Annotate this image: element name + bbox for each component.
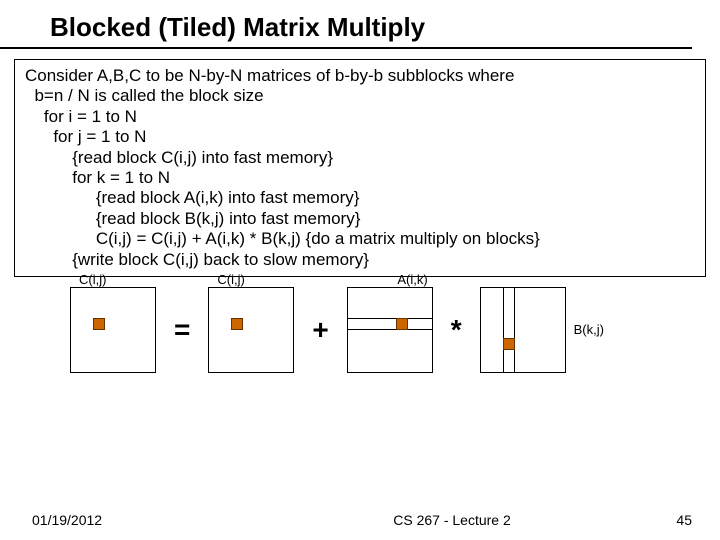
matrix-diagram: C(i,j) = C(i,j) + A(i,k) * B(k,j)	[70, 287, 720, 373]
matrix-c-right: C(i,j)	[208, 287, 294, 373]
code-line: C(i,j) = C(i,j) + A(i,k) * B(k,j) {do a …	[25, 229, 699, 249]
slide-footer: 01/19/2012 CS 267 - Lecture 2 45	[0, 512, 720, 528]
footer-center: CS 267 - Lecture 2	[292, 512, 612, 528]
code-line: for k = 1 to N	[25, 168, 699, 188]
algorithm-listing: Consider A,B,C to be N-by-N matrices of …	[14, 59, 706, 277]
tile-icon	[396, 318, 408, 330]
code-line: {read block A(i,k) into fast memory}	[25, 188, 699, 208]
footer-page: 45	[612, 512, 720, 528]
code-line: b=n / N is called the block size	[25, 86, 699, 106]
tile-icon	[93, 318, 105, 330]
matrix-b	[480, 287, 566, 373]
equals-op: =	[156, 314, 208, 346]
row-band	[348, 318, 432, 330]
matrix-c-left: C(i,j)	[70, 287, 156, 373]
matrix-c-label: C(i,j)	[79, 272, 106, 287]
matrix-a-label: A(i,k)	[397, 272, 427, 287]
footer-date: 01/19/2012	[0, 512, 292, 528]
matrix-c-label: C(i,j)	[217, 272, 244, 287]
col-band	[503, 288, 515, 372]
times-op: *	[433, 314, 480, 346]
code-line: for j = 1 to N	[25, 127, 699, 147]
code-line: {read block C(i,j) into fast memory}	[25, 148, 699, 168]
code-line: {read block B(k,j) into fast memory}	[25, 209, 699, 229]
code-line: {write block C(i,j) back to slow memory}	[25, 250, 699, 270]
matrix-b-label: B(k,j)	[566, 322, 604, 337]
tile-icon	[231, 318, 243, 330]
slide-title: Blocked (Tiled) Matrix Multiply	[0, 0, 692, 49]
tile-icon	[503, 338, 515, 350]
plus-op: +	[294, 314, 346, 346]
code-line: for i = 1 to N	[25, 107, 699, 127]
code-line: Consider A,B,C to be N-by-N matrices of …	[25, 66, 699, 86]
matrix-a: A(i,k)	[347, 287, 433, 373]
